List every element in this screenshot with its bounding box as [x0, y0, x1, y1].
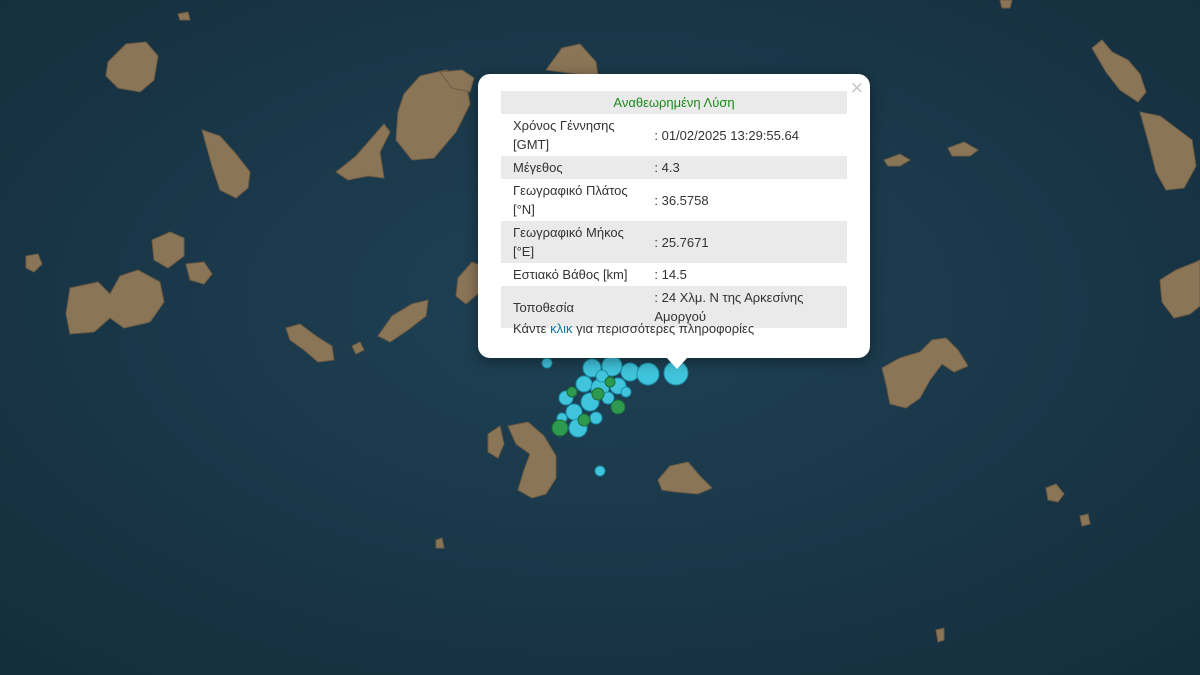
- quake-marker[interactable]: [620, 362, 640, 382]
- table-row: Αναθεωρημένη Λύση: [501, 91, 847, 114]
- quake-marker[interactable]: [566, 386, 578, 398]
- island: [1079, 513, 1091, 527]
- popup-title: Αναθεωρημένη Λύση: [501, 91, 847, 114]
- quake-marker[interactable]: [620, 386, 632, 398]
- close-icon[interactable]: ×: [850, 78, 864, 98]
- quake-marker[interactable]: [589, 411, 603, 425]
- earthquake-popup: × Αναθεωρημένη Λύση Χρόνος Γέννησης [GMT…: [478, 74, 870, 358]
- quake-marker[interactable]: [577, 413, 591, 427]
- row-label: Εστιακό Βάθος [km]: [513, 267, 628, 282]
- quake-marker[interactable]: [541, 357, 553, 369]
- table-row: Γεωγραφικό Μήκος [°E] : 25.7671: [501, 221, 847, 263]
- row-value: : 25.7671: [650, 221, 847, 263]
- more-info-suffix: για περισσότερες πληροφορίες: [576, 321, 755, 336]
- earthquake-info-table: Αναθεωρημένη Λύση Χρόνος Γέννησης [GMT] …: [501, 91, 847, 328]
- table-row: Γεωγραφικό Πλάτος [°N] : 36.5758: [501, 179, 847, 221]
- more-info-link[interactable]: κλικ: [550, 321, 572, 336]
- table-row: Χρόνος Γέννησης [GMT] : 01/02/2025 13:29…: [501, 114, 847, 156]
- row-value: : 14.5: [654, 267, 687, 282]
- island: [935, 627, 945, 643]
- row-label: Γεωγραφικό Μήκος [°E]: [501, 221, 651, 263]
- island: [435, 537, 445, 549]
- row-value: : 36.5758: [654, 192, 709, 208]
- island: [177, 11, 191, 21]
- table-row: Μέγεθος : 4.3: [501, 156, 847, 179]
- island: [999, 0, 1013, 9]
- more-info-line: Κάντε κλικ για περισσότερες πληροφορίες: [513, 321, 754, 336]
- row-value: : 4.3: [650, 156, 847, 179]
- row-label: Μέγεθος: [501, 156, 651, 179]
- quake-marker[interactable]: [636, 362, 660, 386]
- row-label: Γεωγραφικό Πλάτος [°N]: [513, 183, 628, 217]
- row-label: Χρόνος Γέννησης [GMT]: [513, 118, 615, 152]
- table-row: Εστιακό Βάθος [km] : 14.5: [501, 263, 847, 286]
- more-info-prefix: Κάντε: [513, 321, 547, 336]
- row-value: : 01/02/2025 13:29:55.64: [654, 127, 799, 143]
- quake-marker[interactable]: [610, 399, 626, 415]
- quake-marker[interactable]: [575, 375, 593, 393]
- quake-marker[interactable]: [604, 376, 616, 388]
- popup-tip: [666, 357, 688, 369]
- quake-marker[interactable]: [551, 419, 569, 437]
- quake-marker[interactable]: [594, 465, 606, 477]
- quake-marker[interactable]: [591, 387, 605, 401]
